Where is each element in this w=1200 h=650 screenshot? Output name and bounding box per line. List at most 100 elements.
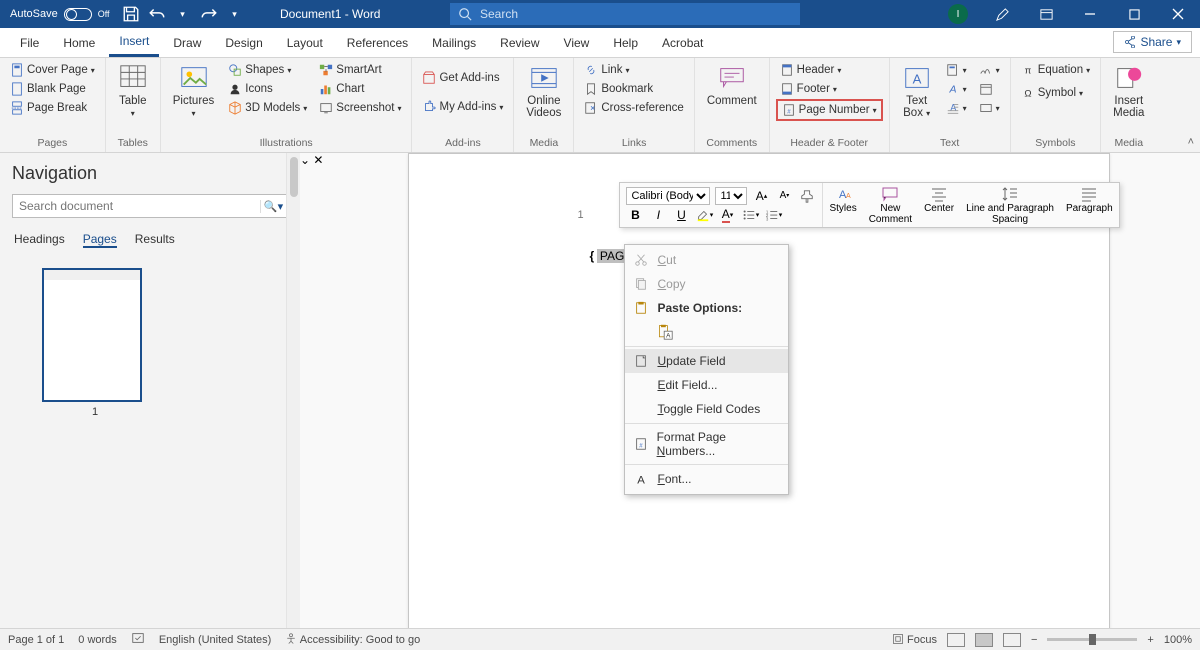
font-color-button[interactable]: A▾ <box>718 206 736 224</box>
footer-button[interactable]: Footer ▾ <box>776 80 883 98</box>
status-words[interactable]: 0 words <box>78 634 117 646</box>
undo-dropdown-icon[interactable]: ▾ <box>174 5 192 23</box>
nav-search-input[interactable] <box>13 199 260 213</box>
nav-search[interactable]: 🔍▾ <box>12 194 287 218</box>
print-layout-icon[interactable] <box>975 633 993 647</box>
online-videos-button[interactable]: Online Videos <box>520 61 567 121</box>
nav-search-submit[interactable]: 🔍▾ <box>260 200 286 213</box>
center-button[interactable]: Center <box>918 183 960 227</box>
font-size-select[interactable]: 11 <box>715 187 747 205</box>
comment-button[interactable]: Comment <box>701 61 763 109</box>
status-language[interactable]: English (United States) <box>159 634 272 646</box>
highlight-button[interactable]: ▾ <box>695 206 713 224</box>
tab-acrobat[interactable]: Acrobat <box>652 30 713 56</box>
increase-font-icon[interactable]: A▴ <box>752 187 770 205</box>
nav-tab-headings[interactable]: Headings <box>14 232 65 248</box>
bookmark-button[interactable]: Bookmark <box>580 80 687 98</box>
user-avatar[interactable]: I <box>948 4 968 24</box>
bold-button[interactable]: B <box>626 206 644 224</box>
tab-draw[interactable]: Draw <box>163 30 211 56</box>
3d-models-button[interactable]: 3D Models ▾ <box>224 99 311 117</box>
textbox-button[interactable]: AText Box ▾ <box>896 61 938 121</box>
italic-button[interactable]: I <box>649 206 667 224</box>
page-number-button[interactable]: #Page Number ▾ <box>776 99 883 121</box>
date-time-button[interactable] <box>975 80 1004 98</box>
bullets-button[interactable]: ▾ <box>741 206 759 224</box>
nav-close-icon[interactable]: ✕ <box>313 153 323 167</box>
table-button[interactable]: Table▾ <box>112 61 154 121</box>
nav-dropdown-icon[interactable]: ⌄ <box>300 153 310 167</box>
page[interactable]: 1 { PAGE } Calibri (Body) 11 A▴ A▾ B I U… <box>408 153 1110 628</box>
insert-media-button[interactable]: Insert Media <box>1107 61 1150 121</box>
tab-view[interactable]: View <box>554 30 600 56</box>
autosave-switch[interactable] <box>64 8 92 21</box>
page-break-button[interactable]: Page Break <box>6 99 99 117</box>
menu-edit-field[interactable]: Edit Field... <box>625 373 788 397</box>
search-bar[interactable]: Search <box>450 3 800 25</box>
styles-button[interactable]: AAStyles <box>823 183 862 227</box>
blank-page-button[interactable]: Blank Page <box>6 80 99 98</box>
read-mode-icon[interactable] <box>947 633 965 647</box>
chart-button[interactable]: Chart <box>315 80 405 98</box>
get-addins-button[interactable]: Get Add-ins <box>418 69 507 87</box>
status-spell-icon[interactable] <box>131 631 145 648</box>
maximize-icon[interactable] <box>1112 0 1156 28</box>
redo-icon[interactable] <box>200 5 218 23</box>
zoom-slider[interactable] <box>1047 638 1137 641</box>
status-focus[interactable]: Focus <box>892 633 937 646</box>
page-thumbnail[interactable] <box>42 268 142 402</box>
zoom-level[interactable]: 100% <box>1164 634 1192 646</box>
menu-toggle-field-codes[interactable]: Toggle Field Codes <box>625 397 788 421</box>
my-addins-button[interactable]: My Add-ins ▾ <box>418 98 507 116</box>
drawing-mode-icon[interactable] <box>980 0 1024 28</box>
numbering-button[interactable]: 123▾ <box>764 206 782 224</box>
collapse-ribbon-icon[interactable]: ˄ <box>1188 136 1194 148</box>
ribbon-display-icon[interactable] <box>1024 0 1068 28</box>
line-spacing-button[interactable]: Line and Paragraph Spacing <box>960 183 1060 227</box>
minimize-icon[interactable] <box>1068 0 1112 28</box>
nav-tab-results[interactable]: Results <box>135 232 175 248</box>
format-painter-icon[interactable] <box>798 187 816 205</box>
font-select[interactable]: Calibri (Body) <box>626 187 710 205</box>
undo-icon[interactable] <box>148 5 166 23</box>
cross-reference-button[interactable]: Cross-reference <box>580 99 687 117</box>
menu-font[interactable]: AFont... <box>625 467 788 491</box>
smartart-button[interactable]: SmartArt <box>315 61 405 79</box>
equation-button[interactable]: πEquation ▾ <box>1017 61 1094 79</box>
tab-design[interactable]: Design <box>215 30 272 56</box>
header-button[interactable]: Header ▾ <box>776 61 883 79</box>
menu-paste-keep-text[interactable]: A <box>625 320 788 344</box>
drop-cap-button[interactable]: A▾ <box>942 99 971 117</box>
tab-references[interactable]: References <box>337 30 418 56</box>
new-comment-button[interactable]: New Comment <box>863 183 918 227</box>
tab-home[interactable]: Home <box>53 30 105 56</box>
tab-help[interactable]: Help <box>603 30 648 56</box>
web-layout-icon[interactable] <box>1003 633 1021 647</box>
link-button[interactable]: Link ▾ <box>580 61 687 79</box>
shapes-button[interactable]: Shapes ▾ <box>224 61 311 79</box>
tab-insert[interactable]: Insert <box>109 28 159 57</box>
underline-button[interactable]: U <box>672 206 690 224</box>
symbol-button[interactable]: ΩSymbol ▾ <box>1017 84 1094 102</box>
status-page[interactable]: Page 1 of 1 <box>8 634 64 646</box>
share-button[interactable]: Share ▾ <box>1113 31 1192 53</box>
tab-mailings[interactable]: Mailings <box>422 30 486 56</box>
icons-button[interactable]: Icons <box>224 80 311 98</box>
status-accessibility[interactable]: Accessibility: Good to go <box>285 633 420 646</box>
quick-parts-button[interactable]: ▾ <box>942 61 971 79</box>
menu-update-field[interactable]: Update Field <box>625 349 788 373</box>
wordart-button[interactable]: A▾ <box>942 80 971 98</box>
qat-dropdown-icon[interactable]: ▾ <box>226 5 244 23</box>
screenshot-button[interactable]: Screenshot ▾ <box>315 99 405 117</box>
tab-layout[interactable]: Layout <box>277 30 333 56</box>
tab-file[interactable]: File <box>10 30 49 56</box>
cover-page-button[interactable]: Cover Page ▾ <box>6 61 99 79</box>
paragraph-button[interactable]: Paragraph <box>1060 183 1119 227</box>
tab-review[interactable]: Review <box>490 30 549 56</box>
signature-button[interactable]: ▾ <box>975 61 1004 79</box>
nav-tab-pages[interactable]: Pages <box>83 232 117 248</box>
zoom-out-icon[interactable]: − <box>1031 634 1037 646</box>
menu-format-page-numbers[interactable]: #Format Page Numbers... <box>625 426 788 462</box>
close-icon[interactable] <box>1156 0 1200 28</box>
zoom-in-icon[interactable]: + <box>1147 634 1153 646</box>
